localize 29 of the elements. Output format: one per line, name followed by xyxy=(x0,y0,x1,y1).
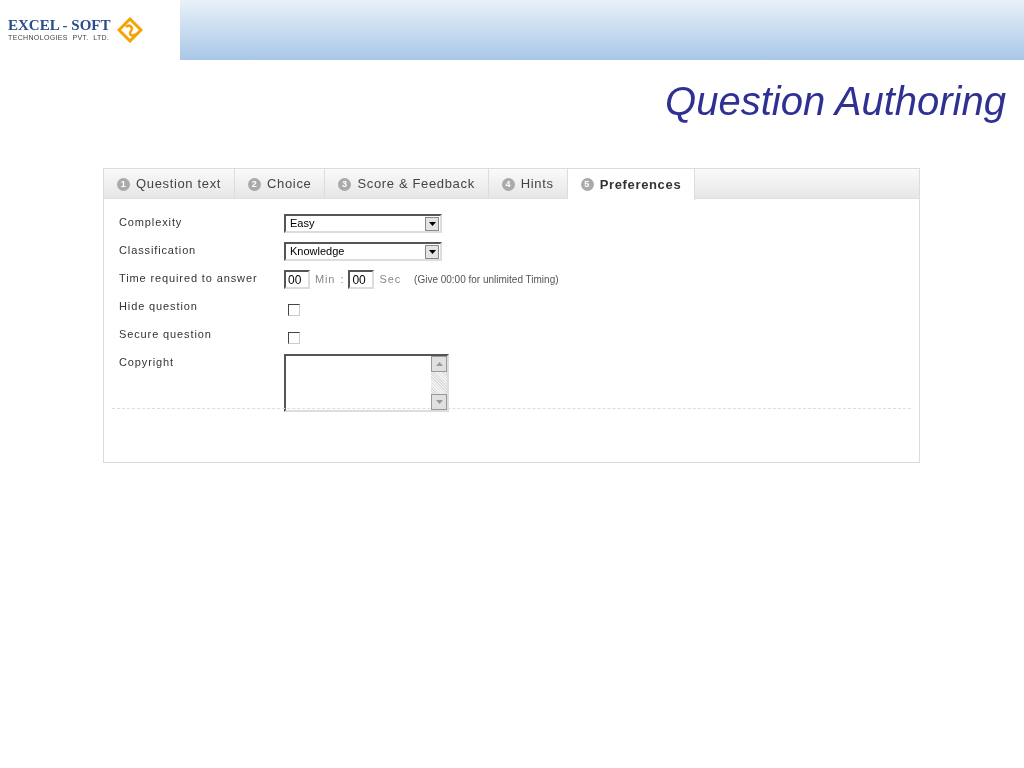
dropdown[interactable]: Knowledge xyxy=(284,242,442,261)
logo-mark-icon xyxy=(116,17,143,43)
checkbox[interactable] xyxy=(288,304,300,316)
minutes-field[interactable]: 00 xyxy=(284,270,310,289)
step-number-badge: 2 xyxy=(248,177,262,191)
hint-text: (Give 00:00 for unlimited Timing) xyxy=(414,273,559,287)
tab[interactable]: 1 Question text xyxy=(104,169,236,199)
dropdown[interactable]: Easy xyxy=(284,214,442,233)
seconds-field[interactable]: 00 xyxy=(348,270,375,289)
field-label: Time required to answer xyxy=(119,271,259,286)
unit-label: Min xyxy=(315,272,336,288)
field-label: Secure question xyxy=(119,327,213,342)
tab[interactable]: 4 Hints xyxy=(488,169,568,199)
field-label: Classification xyxy=(119,243,198,258)
step-number-badge: 4 xyxy=(501,177,515,191)
step-number-badge: 5 xyxy=(580,178,594,191)
tab[interactable]: 5 Preferences xyxy=(567,169,696,200)
unit-label: Sec xyxy=(379,272,402,288)
field-label: Copyright xyxy=(119,355,175,370)
step-number-badge: 1 xyxy=(117,177,130,191)
field-label: Complexity xyxy=(119,215,184,230)
copyright-text-area[interactable] xyxy=(284,354,449,412)
separator-label: : xyxy=(340,272,344,288)
checkbox[interactable] xyxy=(288,332,300,344)
slide-title: Question Authoring xyxy=(665,78,1006,125)
tab[interactable]: 3 Score & Feedback xyxy=(325,169,489,199)
field-label: Hide question xyxy=(119,299,199,314)
step-number-badge: 3 xyxy=(338,177,352,191)
tab[interactable]: 2 Choice xyxy=(235,169,326,199)
